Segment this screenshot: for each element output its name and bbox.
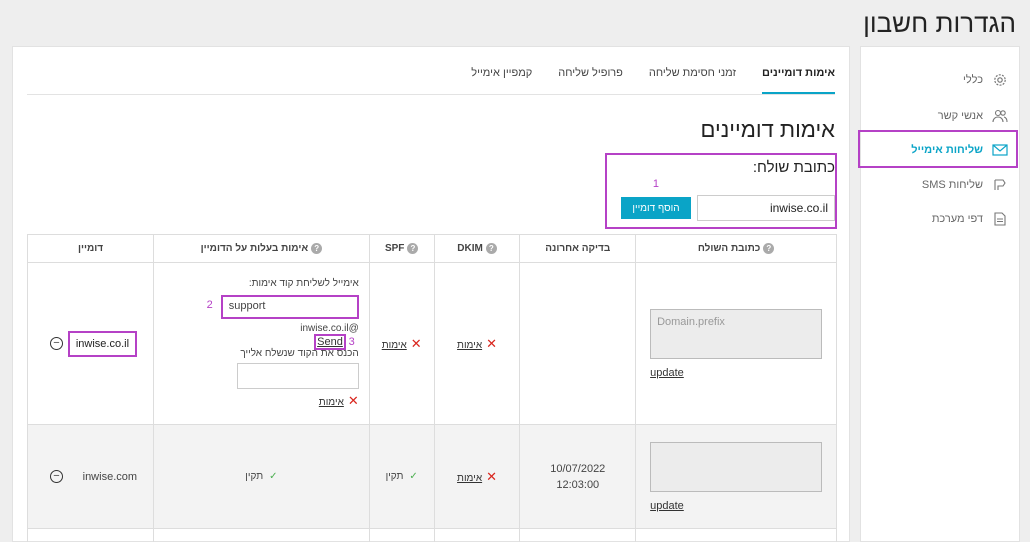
section-title: אימות דומיינים — [700, 117, 835, 142]
ownership-verify-link[interactable]: אימות — [319, 397, 344, 408]
annotation-number: 1 — [652, 178, 659, 190]
help-icon[interactable]: ? — [485, 242, 497, 254]
error-icon: ✕ — [410, 335, 422, 351]
help-icon[interactable]: ? — [763, 242, 775, 254]
header-ownership: ?אימות בעלות על הדומיין — [153, 234, 370, 263]
last-check-cell — [519, 262, 637, 425]
email-suffix: @inwise.co.il — [300, 323, 359, 334]
domain-name: inwise.com — [82, 470, 138, 483]
contacts-icon — [991, 107, 1009, 125]
check-icon: ✓ — [409, 471, 418, 482]
remove-domain-icon[interactable]: − — [50, 337, 63, 350]
domain-cell: inwise.com − — [26, 424, 155, 529]
remove-domain-icon[interactable]: − — [50, 470, 63, 483]
tabs: אימות דומיינים זמני חסימת שליחה פרופיל ש… — [27, 67, 835, 95]
sidebar-item-label: שליחות SMS — [921, 179, 983, 191]
last-check-cell: 10/07/2022 12:03:00 — [519, 424, 637, 529]
ownership-status: תקין — [245, 471, 264, 482]
tab-block-times[interactable]: זמני חסימת שליחה — [649, 67, 736, 94]
last-check-time: 12:03:00 — [556, 478, 600, 491]
spf-status: תקין — [385, 471, 404, 482]
table-row — [26, 528, 837, 542]
sender-cell: Domain.prefix update — [635, 262, 837, 425]
sender-prefix-textarea[interactable]: Domain.prefix — [650, 308, 823, 359]
sidebar: כללי אנשי קשר שליחות אימייל שליחות SMS ד… — [860, 46, 1020, 542]
sidebar-item-system-pages[interactable]: דפי מערכת — [859, 202, 1019, 236]
email-code-label: אימייל לשליחת קוד אימות: — [248, 278, 359, 289]
ownership-cell: אימייל לשליחת קוד אימות: support 2 @inwi… — [153, 262, 370, 425]
header-spf: ?SPF — [368, 234, 435, 263]
sidebar-item-general[interactable]: כללי — [859, 63, 1019, 97]
spf-cell: ✓ תקין — [368, 424, 435, 529]
highlight-email-sending — [858, 130, 1018, 168]
sender-address-label: כתובת שולח: — [752, 159, 835, 176]
annotation-number: 3 — [348, 336, 355, 348]
domain-cell: inwise.co.il − — [26, 262, 155, 425]
spf-verify-link[interactable]: אימות — [382, 340, 407, 351]
annotation-number: 2 — [206, 299, 213, 311]
header-domain: דומיין — [26, 234, 155, 263]
check-icon: ✓ — [269, 471, 278, 482]
last-check-date: 10/07/2022 — [550, 462, 606, 475]
main-panel: אימות דומיינים זמני חסימת שליחה פרופיל ש… — [12, 46, 850, 542]
header-dkim: ?DKIM — [433, 234, 521, 263]
dkim-cell: ✕ אימות — [433, 424, 521, 529]
dkim-verify-link[interactable]: אימות — [457, 340, 482, 351]
add-domain-button[interactable]: הוסף דומיין — [621, 197, 691, 219]
sidebar-item-label: כללי — [963, 74, 983, 86]
sidebar-item-label: אנשי קשר — [937, 110, 983, 122]
page-title: הגדרות חשבון — [863, 8, 1016, 38]
sender-prefix-textarea[interactable] — [650, 441, 823, 492]
dkim-verify-link[interactable]: אימות — [457, 473, 482, 484]
header-sender: ?כתובת השולח — [635, 234, 837, 263]
help-icon[interactable]: ? — [311, 242, 323, 254]
tab-domain-verification[interactable]: אימות דומיינים — [762, 67, 835, 94]
sms-icon — [991, 176, 1009, 194]
update-link[interactable]: update — [636, 500, 836, 512]
spf-cell: ✕אימות — [368, 262, 435, 425]
sidebar-item-contacts[interactable]: אנשי קשר — [859, 99, 1019, 133]
pages-icon — [991, 210, 1009, 228]
header-last-check: בדיקה אחרונה — [519, 234, 637, 263]
table-row: update 10/07/2022 12:03:00 ✕אימות ✓תקין … — [26, 424, 837, 529]
ownership-cell: ✓ תקין — [153, 424, 370, 529]
domains-table: ?כתובת השולח בדיקה אחרונה ?DKIM ?SPF ?אי… — [26, 234, 837, 542]
dkim-cell: ✕ אימות — [433, 262, 521, 425]
table-row: Domain.prefix update ✕אימות ✕אימות אימיי… — [26, 262, 837, 425]
tab-email-campaign[interactable]: קמפיין אימייל — [471, 67, 532, 94]
error-icon: ✕ — [486, 468, 498, 484]
error-icon: ✕ — [347, 393, 359, 408]
help-icon[interactable]: ? — [407, 242, 419, 254]
support-email-input[interactable]: support — [220, 295, 359, 319]
update-link[interactable]: update — [636, 367, 836, 379]
sidebar-item-label: דפי מערכת — [931, 213, 983, 225]
sender-cell: update — [635, 424, 837, 529]
gear-icon — [991, 71, 1009, 89]
tab-sending-profile[interactable]: פרופיל שליחה — [558, 67, 623, 94]
error-icon: ✕ — [486, 335, 498, 351]
domain-name: inwise.co.il — [67, 330, 138, 357]
sidebar-item-sms-sending[interactable]: שליחות SMS — [859, 168, 1019, 202]
code-input[interactable] — [236, 363, 359, 389]
send-code-link[interactable]: Send — [314, 334, 346, 350]
domain-input[interactable]: inwise.co.il — [697, 195, 835, 221]
